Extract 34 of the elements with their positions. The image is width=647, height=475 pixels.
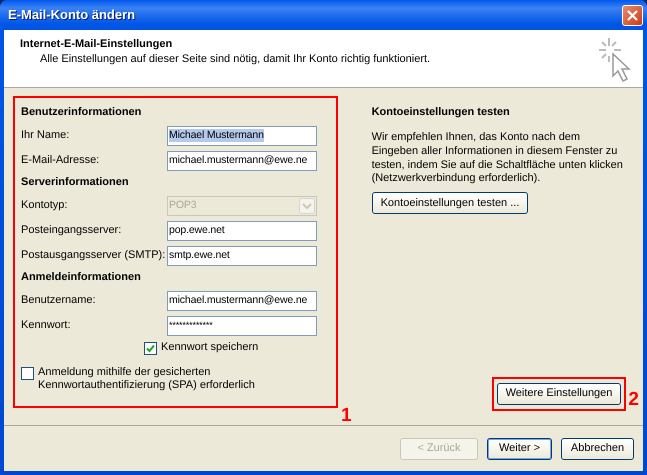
test-description: Wir empfehlen Ihnen, das Konto nach dem Eingeben aller Informationen in diesem Fenster zu testen, indem Sie auf die Schaltfläche unten klicken (Netzwerkverbindung erforderlich).	[372, 131, 624, 186]
input-field[interactable]: Michael Mustermann	[167, 126, 317, 146]
cancel-button[interactable]: Abbrechen	[561, 438, 634, 460]
field-label: Postausgangsserver (SMTP):	[21, 248, 166, 262]
input-field[interactable]: michael.mustermann@ewe.ne	[167, 150, 317, 170]
section-heading: Serverinformationen	[21, 175, 130, 190]
field-label: Benutzername:	[21, 294, 97, 308]
password-field[interactable]: *************	[167, 316, 317, 336]
section-heading: Benutzerinformationen	[21, 105, 142, 120]
page-description: Alle Einstellungen auf dieser Seite sind nötig, damit Ihr Konto richtig funktioniert.	[39, 53, 430, 66]
field-label: Kennwort:	[21, 318, 72, 332]
page-heading: Internet-E-Mail-Einstellungen	[20, 38, 174, 52]
checkbox[interactable]	[144, 342, 157, 354]
field-label: Ihr Name:	[21, 128, 70, 142]
input-field[interactable]: michael.mustermann@ewe.ne	[167, 290, 317, 310]
close-button[interactable]	[622, 4, 643, 26]
test-settings-button[interactable]: Kontoeinstellungen testen ...	[372, 192, 528, 214]
cursor-click-icon	[597, 36, 633, 82]
input-field[interactable]: pop.ewe.net	[167, 220, 317, 240]
checkbox-label: Anmeldung mithilfe der gesicherten Kennwortauthentifizierung (SPA) erforderlich	[38, 366, 256, 392]
field-label: Posteingangsserver:	[21, 224, 122, 238]
checkbox[interactable]	[21, 367, 34, 380]
close-icon	[626, 8, 639, 22]
input-field[interactable]: smtp.ewe.net	[167, 246, 317, 266]
checkbox-label: Kennwort speichern	[161, 341, 258, 355]
annotation-number: 1	[341, 406, 352, 425]
window-title: E-Mail-Konto ändern	[8, 7, 136, 23]
section-heading: Kontoeinstellungen testen	[372, 106, 511, 120]
field-label: Kontotyp:	[21, 198, 68, 212]
next-button[interactable]: Weiter >	[487, 438, 552, 460]
more-settings-button[interactable]: Weitere Einstellungen	[496, 383, 622, 405]
field-label: E-Mail-Adresse:	[21, 154, 100, 168]
section-heading: Anmeldeinformationen	[21, 270, 142, 286]
annotation-number: 2	[627, 390, 640, 411]
